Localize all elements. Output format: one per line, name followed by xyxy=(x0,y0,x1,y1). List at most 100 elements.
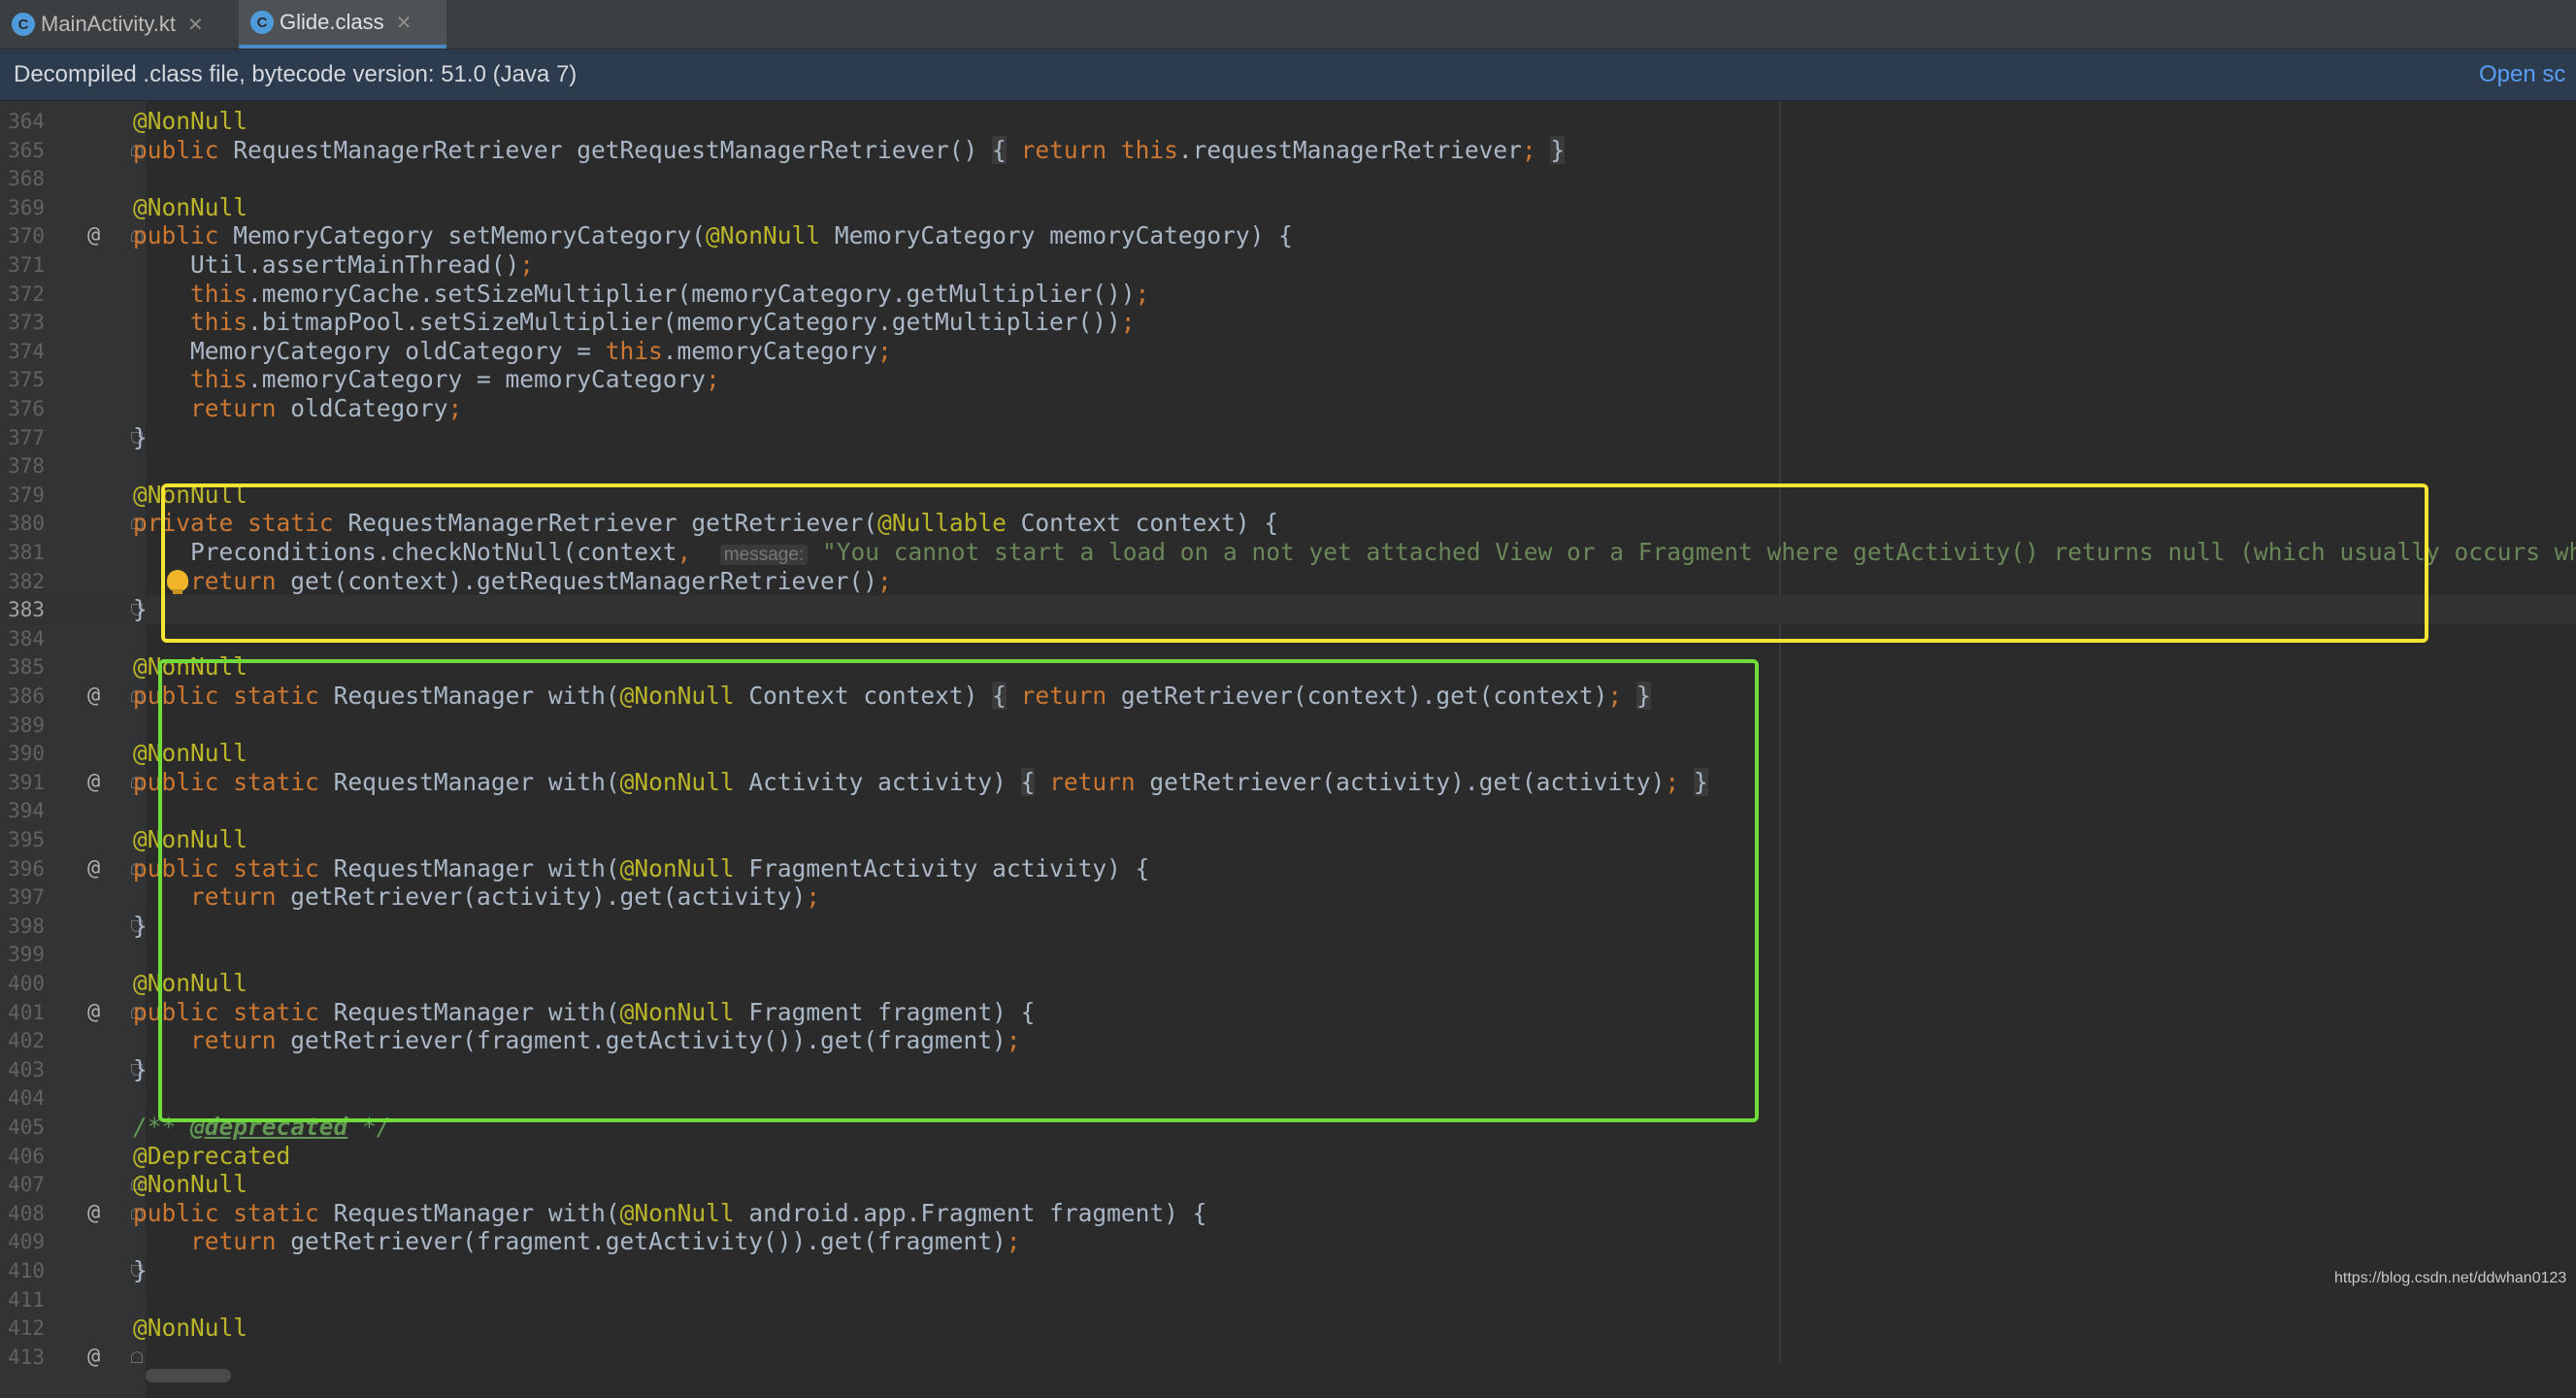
line-number: 370 xyxy=(8,224,45,249)
code-line[interactable]: 376 return oldCategory; xyxy=(0,394,2576,423)
close-icon[interactable]: ✕ xyxy=(396,11,413,35)
code-line[interactable]: 406 @Deprecated xyxy=(0,1142,2576,1171)
code-text: return oldCategory; xyxy=(190,394,463,422)
line-number: 409 xyxy=(8,1230,45,1254)
line-number: 386 xyxy=(8,684,45,708)
line-number: 382 xyxy=(8,569,45,593)
line-number: 403 xyxy=(8,1057,45,1082)
line-number: 391 xyxy=(8,770,45,794)
line-number: 381 xyxy=(8,541,45,564)
close-icon[interactable]: ✕ xyxy=(187,13,204,37)
line-number: 369 xyxy=(8,195,45,219)
code-line[interactable]: 409 return getRetriever(fragment.getActi… xyxy=(0,1227,2576,1256)
line-number: 372 xyxy=(8,282,45,306)
line-number: 396 xyxy=(8,856,45,881)
class-file-icon: C xyxy=(250,11,274,34)
line-number: 405 xyxy=(8,1115,45,1139)
line-number: 401 xyxy=(8,1000,45,1024)
line-number: 373 xyxy=(8,311,45,335)
line-number: 397 xyxy=(8,885,45,910)
code-text: } xyxy=(76,595,148,624)
code-line[interactable]: 369 @NonNull xyxy=(0,193,2576,222)
line-number: 368 xyxy=(8,167,45,191)
code-text: this.bitmapPool.setSizeMultiplier(memory… xyxy=(190,308,1136,337)
line-number: 406 xyxy=(8,1144,45,1168)
code-line[interactable]: 378 xyxy=(0,451,2576,481)
line-number: 371 xyxy=(8,253,45,277)
code-text: public static RequestManager with(@NonNu… xyxy=(133,1198,1207,1227)
code-text: } xyxy=(76,1256,148,1284)
code-line[interactable]: 407 @NonNull xyxy=(0,1170,2576,1199)
code-text: @NonNull xyxy=(133,192,248,221)
line-number: 411 xyxy=(8,1287,45,1312)
code-text: @NonNull xyxy=(133,1170,248,1199)
decompiled-banner: Decompiled .class file, bytecode version… xyxy=(0,50,2576,101)
line-number: 377 xyxy=(8,425,45,449)
line-number: 380 xyxy=(8,512,45,536)
line-number: 365 xyxy=(8,138,45,162)
code-text: this.memoryCache.setSizeMultiplier(memor… xyxy=(190,279,1150,308)
banner-text: Decompiled .class file, bytecode version… xyxy=(14,61,578,87)
tab-label: MainActivity.kt xyxy=(41,12,176,36)
line-number: 364 xyxy=(8,110,45,133)
code-text: return getRetriever(fragment.getActivity… xyxy=(190,1227,1021,1256)
highlight-box-getretriever xyxy=(161,483,2428,643)
highlight-box-with-overloads xyxy=(158,659,1759,1122)
code-text: } xyxy=(76,422,148,451)
line-number: 384 xyxy=(8,626,45,650)
code-line[interactable]: 375 this.memoryCategory = memoryCategory… xyxy=(0,365,2576,394)
watermark-text: https://blog.csdn.net/ddwhan0123 xyxy=(2334,1270,2567,1286)
line-number: 410 xyxy=(8,1259,45,1282)
editor-tab-bar: C MainActivity.kt ✕ C Glide.class ✕ xyxy=(0,0,2576,50)
code-line[interactable]: 410 } xyxy=(0,1256,2576,1285)
code-line[interactable]: 370 @ public MemoryCategory setMemoryCate… xyxy=(0,221,2576,250)
line-number: 375 xyxy=(8,368,45,392)
line-number: 412 xyxy=(8,1316,45,1341)
code-text: MemoryCategory oldCategory = this.memory… xyxy=(76,336,892,365)
code-line[interactable]: 413 @ xyxy=(0,1343,2576,1372)
code-text: @NonNull xyxy=(133,1314,248,1343)
tab-mainactivity[interactable]: C MainActivity.kt ✕ xyxy=(0,0,235,49)
fold-marker-icon[interactable] xyxy=(131,1350,143,1363)
line-number: 404 xyxy=(8,1086,45,1111)
code-line[interactable]: 364 @NonNull xyxy=(0,107,2576,136)
code-editor[interactable]: 363 364 @NonNull365 public RequestManage… xyxy=(0,101,2576,1398)
code-line[interactable]: 373 this.bitmapPool.setSizeMultiplier(me… xyxy=(0,308,2576,337)
line-number: 395 xyxy=(8,828,45,851)
tab-label: Glide.class xyxy=(280,10,384,34)
code-text: @NonNull xyxy=(133,107,248,135)
code-line[interactable]: 412 @NonNull xyxy=(0,1314,2576,1343)
line-number: 400 xyxy=(8,972,45,995)
open-source-link[interactable]: Open sc xyxy=(2479,61,2565,88)
code-line[interactable]: 368 xyxy=(0,164,2576,193)
code-line[interactable]: 374 MemoryCategory oldCategory = this.me… xyxy=(0,337,2576,366)
code-text: this.memoryCategory = memoryCategory; xyxy=(190,365,720,394)
code-text: Util.assertMainThread(); xyxy=(76,250,535,279)
code-text: @Deprecated xyxy=(133,1141,291,1170)
tab-glide-class[interactable]: C Glide.class ✕ xyxy=(239,0,446,49)
code-line[interactable]: 371 Util.assertMainThread(); xyxy=(0,250,2576,280)
kotlin-file-icon: C xyxy=(12,13,35,36)
line-number: 394 xyxy=(8,799,45,823)
code-line[interactable]: 377 } xyxy=(0,423,2576,452)
line-number: 402 xyxy=(8,1029,45,1053)
code-line[interactable]: 372 this.memoryCache.setSizeMultiplier(m… xyxy=(0,280,2576,309)
code-line[interactable]: 365 public RequestManagerRetriever getRe… xyxy=(0,135,2576,165)
line-number: 378 xyxy=(8,454,45,479)
code-line[interactable]: 408 @ public static RequestManager with(@… xyxy=(0,1199,2576,1228)
line-number: 413 xyxy=(8,1345,45,1369)
overrides-gutter-icon[interactable]: @ xyxy=(87,1344,100,1371)
code-text: public RequestManagerRetriever getReques… xyxy=(133,135,1566,164)
line-number: 383 xyxy=(8,598,45,622)
code-line[interactable]: 411 xyxy=(0,1285,2576,1315)
line-number: 390 xyxy=(8,742,45,766)
line-number: 376 xyxy=(8,397,45,420)
line-number: 398 xyxy=(8,914,45,938)
line-number: 407 xyxy=(8,1173,45,1197)
code-text: } xyxy=(76,1054,148,1083)
horizontal-scrollbar[interactable] xyxy=(146,1369,231,1382)
line-number: 379 xyxy=(8,483,45,507)
code-text: } xyxy=(76,911,148,940)
line-number: 385 xyxy=(8,655,45,680)
line-number: 389 xyxy=(8,713,45,737)
